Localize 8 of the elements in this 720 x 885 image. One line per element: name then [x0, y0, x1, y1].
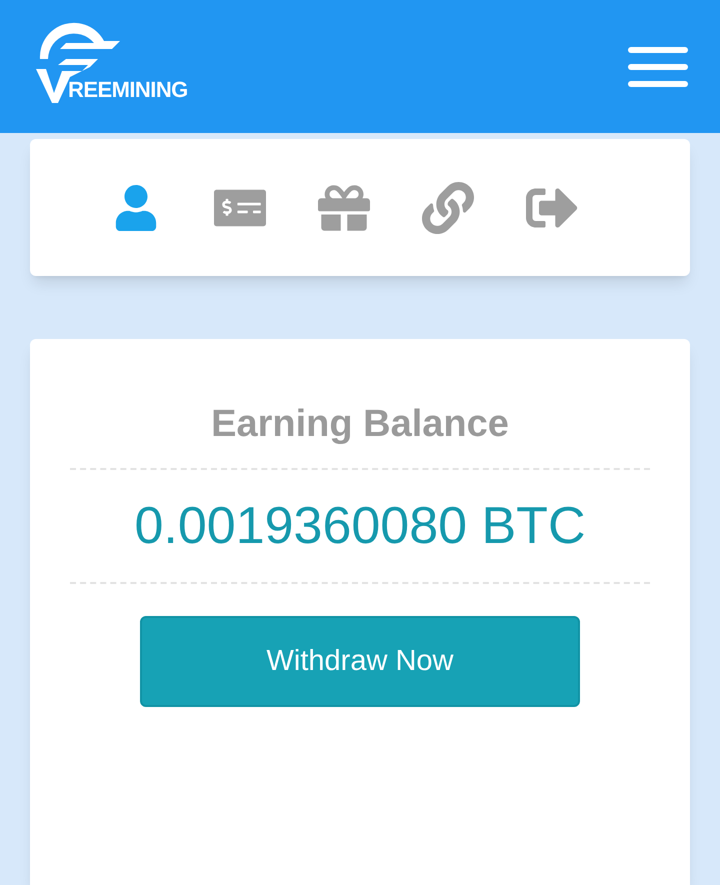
card-title: Earning Balance [211, 405, 509, 447]
link-icon [422, 182, 474, 234]
user-icon [113, 184, 159, 230]
menu-button[interactable] [628, 46, 688, 86]
withdraw-button[interactable]: Withdraw Now [140, 616, 580, 707]
nav-tab[interactable] [420, 180, 476, 236]
logo-text: REEMINING [68, 78, 188, 100]
balance-amount: 0.0019360080 BTC [134, 496, 586, 557]
